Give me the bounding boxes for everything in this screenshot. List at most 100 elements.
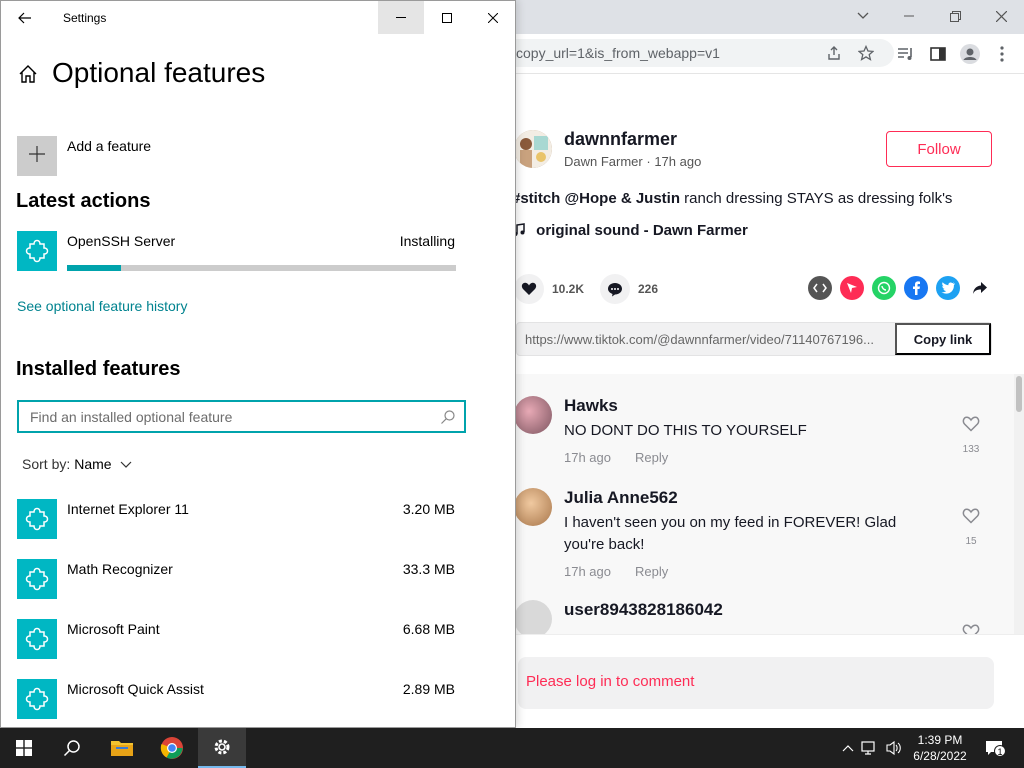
notification-badge: 1 (994, 745, 1006, 757)
commenter-avatar[interactable] (514, 488, 552, 526)
copy-link-button[interactable]: Copy link (895, 323, 991, 355)
url-text: copy_url=1&is_from_webapp=v1 (516, 45, 720, 61)
whatsapp-icon[interactable] (872, 276, 896, 300)
browser-close-button[interactable] (978, 0, 1024, 32)
bookmark-star-icon[interactable] (854, 41, 878, 65)
share-arrow-icon[interactable] (968, 276, 992, 300)
side-panel-icon[interactable] (926, 42, 950, 66)
action-status: Installing (399, 233, 455, 249)
caption-mention[interactable]: @Hope & Justin (565, 190, 680, 207)
clock-time: 1:39 PM (917, 733, 963, 747)
search-icon[interactable] (440, 409, 456, 425)
puzzle-piece-icon (17, 231, 57, 271)
search-taskbar-button[interactable] (48, 728, 96, 768)
post-username[interactable]: dawnnfarmer (564, 129, 677, 150)
browser-minimize-button[interactable] (886, 0, 932, 32)
file-explorer-button[interactable] (98, 728, 146, 768)
chevron-up-icon[interactable] (838, 738, 858, 758)
like-count: 10.2K (552, 282, 585, 296)
puzzle-piece-icon (17, 679, 57, 719)
login-prompt[interactable]: Please log in to comment (526, 673, 694, 690)
system-clock[interactable]: 1:39 PM 6/28/2022 (900, 732, 980, 764)
login-to-comment-box[interactable]: Please log in to comment (518, 657, 994, 709)
comment-bubble-icon[interactable] (600, 274, 630, 304)
start-button[interactable] (0, 728, 48, 768)
browser-menu-icon[interactable] (990, 42, 1014, 66)
feature-size: 2.89 MB (402, 681, 455, 697)
embed-icon[interactable] (808, 276, 832, 300)
scrollbar-thumb[interactable] (1016, 376, 1022, 412)
commenter-avatar[interactable] (514, 396, 552, 434)
tab-search-icon[interactable] (840, 0, 886, 32)
settings-window: Settings Optional features Add a feature… (0, 0, 516, 728)
profile-avatar-icon[interactable] (958, 42, 982, 66)
facebook-icon[interactable] (904, 276, 928, 300)
feature-size: 33.3 MB (402, 561, 455, 577)
close-button[interactable] (470, 1, 515, 34)
browser-restore-button[interactable] (932, 0, 978, 32)
maximize-button[interactable] (424, 1, 470, 34)
reply-link[interactable]: Reply (635, 564, 668, 579)
feature-name: Math Recognizer (67, 561, 173, 577)
post-display-name: Dawn Farmer (564, 154, 643, 169)
sort-dropdown[interactable]: Sort by: Name (22, 456, 132, 472)
clock-date: 6/28/2022 (913, 749, 967, 763)
sound-name: original sound - Dawn Farmer (536, 222, 748, 239)
comment-like-icon[interactable] (960, 416, 982, 437)
author-avatar[interactable] (514, 130, 552, 168)
comment-list: Hawks NO DONT DO THIS TO YOURSELF 17h ag… (514, 374, 1024, 634)
send-to-friends-icon[interactable] (840, 276, 864, 300)
chrome-taskbar-button[interactable] (148, 728, 196, 768)
home-icon[interactable] (17, 63, 39, 85)
latest-actions-heading: Latest actions (16, 190, 151, 212)
follow-button[interactable]: Follow (886, 131, 992, 167)
add-feature-button[interactable] (17, 136, 57, 176)
puzzle-piece-icon (17, 499, 57, 539)
commenter-name[interactable]: user8943828186042 (564, 600, 723, 620)
puzzle-piece-icon (17, 619, 57, 659)
post-sound[interactable]: original sound - Dawn Farmer (512, 222, 748, 239)
sort-label: Sort by: (22, 456, 71, 472)
feature-name: Microsoft Quick Assist (67, 681, 204, 697)
address-bar[interactable]: copy_url=1&is_from_webapp=v1 (470, 39, 894, 67)
commenter-name[interactable]: Julia Anne562 (564, 488, 678, 508)
comment-like-icon[interactable] (960, 508, 982, 529)
comment-login-bar: Please log in to comment (514, 634, 1024, 728)
commenter-name[interactable]: Hawks (564, 396, 618, 416)
installed-feature-search[interactable]: Find an installed optional feature (17, 400, 466, 433)
settings-taskbar-button[interactable] (198, 728, 246, 768)
heart-icon[interactable] (514, 274, 544, 304)
notification-center-icon[interactable]: 1 (984, 738, 1006, 758)
comment-meta: 17h ago Reply (564, 450, 668, 465)
action-feature-name: OpenSSH Server (67, 233, 176, 249)
caption-text: ranch dressing STAYS as dressing folk's (684, 190, 953, 207)
comment-time: 17h ago (564, 450, 611, 465)
media-control-icon[interactable] (894, 42, 918, 66)
feature-size: 6.68 MB (402, 621, 455, 637)
gear-icon (214, 739, 230, 755)
share-page-icon[interactable] (822, 41, 846, 65)
copy-link-box: https://www.tiktok.com/@dawnnfarmer/vide… (516, 322, 992, 356)
commenter-avatar[interactable] (514, 600, 552, 634)
caption-hashtag[interactable]: #stitch (512, 190, 560, 207)
video-link[interactable]: https://www.tiktok.com/@dawnnfarmer/vide… (525, 332, 895, 347)
reply-link[interactable]: Reply (635, 450, 668, 465)
twitter-icon[interactable] (936, 276, 960, 300)
comment-like-icon[interactable] (960, 624, 982, 634)
page-title: Optional features (52, 57, 266, 88)
installed-features-heading: Installed features (16, 358, 181, 380)
comment-time: 17h ago (564, 564, 611, 579)
feature-history-link[interactable]: See optional feature history (17, 298, 187, 314)
sort-value: Name (74, 456, 112, 472)
back-arrow-icon[interactable] (9, 5, 41, 31)
comment-like-count: 133 (962, 444, 980, 455)
post-time: 17h ago (654, 154, 702, 169)
network-icon[interactable] (860, 738, 880, 758)
comment-count: 226 (638, 282, 659, 296)
feature-name: Internet Explorer 11 (67, 501, 189, 517)
add-feature-label[interactable]: Add a feature (67, 138, 151, 154)
comments-scrollbar[interactable] (1014, 374, 1024, 634)
like-stat[interactable]: 10.2K (514, 274, 584, 304)
minimize-button[interactable] (378, 1, 424, 34)
comment-stat[interactable]: 226 (600, 274, 658, 304)
